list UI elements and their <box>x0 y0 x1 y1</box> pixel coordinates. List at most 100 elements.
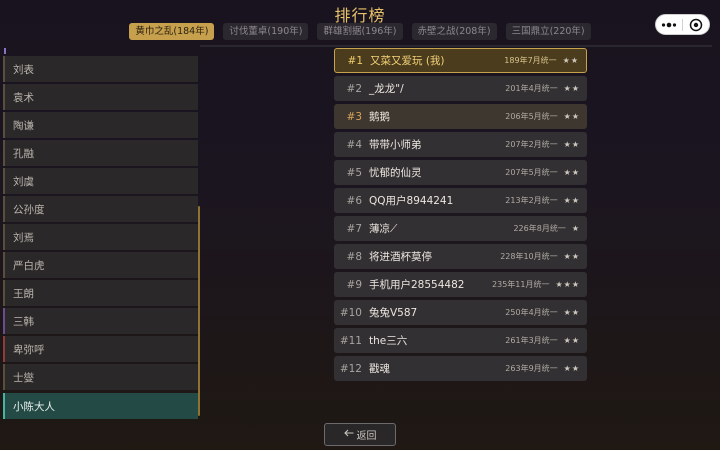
unify-date: 226年8月统一 <box>513 224 566 233</box>
rank-number: #9 <box>346 278 362 291</box>
sidebar-item-shi-xie[interactable]: 士燮 <box>3 364 198 390</box>
sidebar-item-yan-baihu[interactable]: 严白虎 <box>3 252 198 278</box>
star-rating: ★★ <box>563 140 580 149</box>
star-rating: ★★ <box>563 168 580 177</box>
player-name: 将进酒杯莫停 <box>369 251 432 263</box>
sidebar-item-label: 士燮 <box>13 371 34 384</box>
ranking-row[interactable]: #10 兔兔V587 250年4月统一 ★★ <box>334 300 587 325</box>
star-rating: ★★★ <box>555 280 580 289</box>
rank-number: #11 <box>339 334 362 347</box>
sidebar-item-label: 袁术 <box>13 91 34 104</box>
player-name: 又菜又爱玩 (我) <box>370 55 445 67</box>
sidebar-item-label: 刘虞 <box>13 175 34 188</box>
rank-number: #1 <box>347 54 363 67</box>
sidebar-item-liu-yu[interactable]: 刘虞 <box>3 168 198 194</box>
header-divider <box>200 45 712 47</box>
star-rating: ★★ <box>563 84 580 93</box>
sidebar-item-label: 刘焉 <box>13 231 34 244</box>
ranking-row[interactable]: #12 戳魂 263年9月统一 ★★ <box>334 356 587 381</box>
unify-date: 207年2月统一 <box>505 140 558 149</box>
star-rating: ★ <box>571 224 580 233</box>
sidebar-item-tao-qian[interactable]: 陶谦 <box>3 112 198 138</box>
unify-date: 201年4月统一 <box>505 84 558 93</box>
tab-dong-zhuo[interactable]: 讨伐董卓(190年) <box>223 23 309 40</box>
sidebar-scrollbar[interactable] <box>198 206 200 416</box>
unify-date: 228年10月统一 <box>500 252 558 261</box>
player-name: QQ用户8944241 <box>369 195 454 207</box>
sidebar-item-san-han[interactable]: 三韩 <box>3 308 198 334</box>
back-button-label: 返回 <box>356 431 377 442</box>
sidebar-item-gongsun-du[interactable]: 公孙度 <box>3 196 198 222</box>
tab-red-cliffs[interactable]: 赤壁之战(208年) <box>411 23 497 40</box>
tab-three-kingdoms[interactable]: 三国鼎立(220年) <box>505 23 591 40</box>
ranking-row[interactable]: #9 手机用户28554482 235年11月统一 ★★★ <box>334 272 587 297</box>
player-name: 带带小师弟 <box>369 139 422 151</box>
player-name: _龙龙"/ <box>369 83 404 95</box>
unify-date: 250年4月统一 <box>505 308 558 317</box>
unify-date: 206年5月统一 <box>505 112 558 121</box>
unify-date: 261年3月统一 <box>505 336 558 345</box>
star-rating: ★★ <box>563 308 580 317</box>
era-tabs: 黄巾之乱(184年) 讨伐董卓(190年) 群雄割据(196年) 赤壁之战(20… <box>0 23 720 40</box>
ranking-row[interactable]: #7 薄凉⟋ 226年8月统一 ★ <box>334 216 587 241</box>
tab-yellow-turban[interactable]: 黄巾之乱(184年) <box>129 23 215 40</box>
unify-date: 207年5月统一 <box>505 168 558 177</box>
more-dots-icon[interactable] <box>656 15 682 34</box>
ranking-row[interactable]: #1 又菜又爱玩 (我) 189年7月统一 ★★ <box>334 48 587 73</box>
rank-number: #5 <box>346 166 362 179</box>
sidebar-item-liu-biao[interactable]: 刘表 <box>3 56 198 82</box>
unify-date: 235年11月统一 <box>492 280 550 289</box>
star-rating: ★★ <box>563 196 580 205</box>
back-button[interactable]: 返回 <box>324 423 396 446</box>
sidebar-item-kong-rong[interactable]: 孔融 <box>3 140 198 166</box>
sidebar-scroll-marker <box>4 48 6 54</box>
ranking-row[interactable]: #5 忧郁的仙灵 207年5月统一 ★★ <box>334 160 587 185</box>
sidebar-item-label: 公孙度 <box>13 203 45 216</box>
rank-number: #3 <box>346 110 362 123</box>
ranking-row[interactable]: #8 将进酒杯莫停 228年10月统一 ★★ <box>334 244 587 269</box>
star-rating: ★★ <box>563 364 580 373</box>
rank-number: #4 <box>346 138 362 151</box>
rank-number: #8 <box>346 250 362 263</box>
player-name: 戳魂 <box>369 363 390 375</box>
player-name: 手机用户28554482 <box>369 279 465 291</box>
player-name: 忧郁的仙灵 <box>369 167 422 179</box>
tab-warlords[interactable]: 群雄割据(196年) <box>317 23 403 40</box>
ranking-row[interactable]: #11 the三六 261年3月统一 ★★ <box>334 328 587 353</box>
rank-number: #7 <box>346 222 362 235</box>
sidebar-item-label: 陶谦 <box>13 119 34 132</box>
sidebar-item-wang-lang[interactable]: 王朗 <box>3 280 198 306</box>
sidebar-item-xiao-chen-daren[interactable]: 小陈大人 <box>3 393 198 419</box>
sidebar-item-label: 刘表 <box>13 63 34 76</box>
rank-number: #10 <box>339 306 362 319</box>
sidebar-item-label: 严白虎 <box>13 259 45 272</box>
ranking-row[interactable]: #6 QQ用户8944241 213年2月统一 ★★ <box>334 188 587 213</box>
sidebar-item-himiko[interactable]: 卑弥呼 <box>3 336 198 362</box>
sidebar-item-yuan-shu[interactable]: 袁术 <box>3 84 198 110</box>
star-rating: ★★ <box>563 112 580 121</box>
sidebar-item-liu-yan[interactable]: 刘焉 <box>3 224 198 250</box>
player-name: the三六 <box>369 335 408 347</box>
player-name: 薄凉⟋ <box>369 223 398 235</box>
player-name: 鹅鹅 <box>369 111 390 123</box>
sidebar-item-label: 小陈大人 <box>13 400 55 413</box>
rank-number: #2 <box>346 82 362 95</box>
record-close-icon[interactable] <box>683 15 709 34</box>
unify-date: 213年2月统一 <box>505 196 558 205</box>
arrow-left-icon <box>343 429 354 440</box>
rank-number: #6 <box>346 194 362 207</box>
ranking-row[interactable]: #3 鹅鹅 206年5月统一 ★★ <box>334 104 587 129</box>
star-rating: ★★ <box>563 336 580 345</box>
sidebar-item-label: 三韩 <box>13 315 34 328</box>
star-rating: ★★ <box>563 252 580 261</box>
sidebar-item-label: 孔融 <box>13 147 34 160</box>
mini-program-capsule <box>655 14 710 35</box>
player-name: 兔兔V587 <box>369 307 418 319</box>
unify-date: 189年7月统一 <box>504 56 557 65</box>
rank-number: #12 <box>339 362 362 375</box>
star-rating: ★★ <box>562 56 579 65</box>
ranking-row[interactable]: #2 _龙龙"/ 201年4月统一 ★★ <box>334 76 587 101</box>
ranking-row[interactable]: #4 带带小师弟 207年2月统一 ★★ <box>334 132 587 157</box>
sidebar-item-label: 王朗 <box>13 287 34 300</box>
sidebar-item-label: 卑弥呼 <box>13 343 45 356</box>
